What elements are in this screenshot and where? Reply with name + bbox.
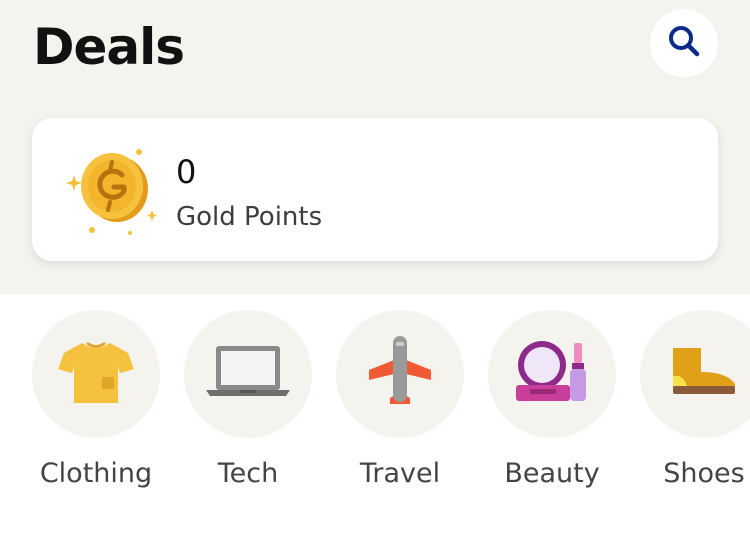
category-label: Shoes	[663, 458, 745, 489]
category-icon-circle	[32, 310, 160, 438]
airplane-icon	[367, 336, 433, 412]
category-icon-circle	[184, 310, 312, 438]
category-label: Travel	[359, 458, 441, 489]
search-icon	[664, 21, 704, 65]
category-label: Clothing	[39, 458, 153, 489]
gold-points-card[interactable]: 0 Gold Points	[32, 118, 718, 261]
category-clothing[interactable]: Clothing	[20, 310, 172, 510]
tshirt-icon	[58, 337, 134, 411]
page-title: Deals	[33, 18, 185, 76]
category-label: Tech	[217, 458, 279, 489]
boot-icon	[669, 346, 739, 402]
gold-coin-icon	[64, 144, 164, 238]
category-tech[interactable]: Tech	[172, 310, 324, 510]
makeup-icon	[514, 339, 590, 409]
category-shoes[interactable]: Shoes	[628, 310, 750, 510]
gold-points-label: Gold Points	[176, 202, 323, 232]
category-list: Clothing Tech Travel Beauty Shoes	[0, 294, 750, 550]
search-button[interactable]	[650, 9, 718, 77]
category-icon-circle	[640, 310, 750, 438]
category-icon-circle	[488, 310, 616, 438]
deals-header-area: Deals 0 Gold Points	[0, 0, 750, 294]
gold-points-value: 0	[176, 153, 197, 191]
laptop-icon	[206, 344, 290, 404]
category-beauty[interactable]: Beauty	[476, 310, 628, 510]
category-travel[interactable]: Travel	[324, 310, 476, 510]
category-label: Beauty	[504, 458, 600, 489]
category-icon-circle	[336, 310, 464, 438]
